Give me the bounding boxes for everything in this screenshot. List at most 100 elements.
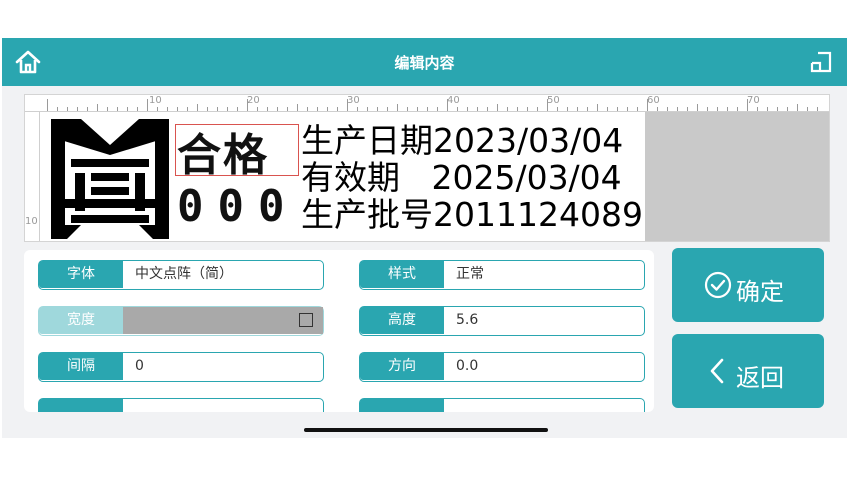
ruler-tick [567,107,568,111]
ruler-tick [417,107,418,111]
hege-text: 合格 [177,130,269,181]
width-label: 宽度 [39,307,123,334]
ruler-tick [577,107,578,111]
zeros-text: 000 [177,181,299,232]
font-field[interactable]: 字体 中文点阵（简） [38,260,324,290]
ruler-tick [357,107,358,111]
ruler-tick [787,107,788,111]
ruler-tick [547,99,548,111]
page-title: 编辑内容 [394,54,455,72]
label-preview-canvas[interactable]: 10 20 30 40 50 60 70 10 合格 000 生产日期2023/… [24,94,830,242]
ruler-tick [497,104,498,111]
font-value[interactable]: 中文点阵（简） [135,261,233,288]
ruler-tick [427,107,428,111]
spacing-field[interactable]: 间隔 0 [38,352,324,382]
ruler-tick [177,107,178,111]
ruler-label: 50 [547,95,560,106]
ruler-tick [677,107,678,111]
ruler-tick [507,107,508,111]
ruler-tick [687,107,688,111]
ruler-tick [307,107,308,111]
unprintable-area [645,112,829,241]
ruler-tick [697,104,698,111]
height-field[interactable]: 高度 5.6 [359,306,645,336]
ruler-tick [187,107,188,111]
editor-screen: 编辑内容 10 20 30 40 50 60 70 10 合格 000 生产日期… [2,38,847,438]
ruler-tick [197,104,198,111]
ruler-tick [227,107,228,111]
ruler-tick [277,107,278,111]
ruler-tick [247,99,248,111]
home-indicator[interactable] [304,428,548,432]
style-field[interactable]: 样式 正常 [359,260,645,290]
ruler-tick [727,107,728,111]
ruler-tick [407,107,408,111]
ruler-tick [717,107,718,111]
ruler-tick [627,107,628,111]
width-field: 宽度 [38,306,324,336]
ruler-tick [537,107,538,111]
top-bar: 编辑内容 [2,38,847,86]
ruler-tick [47,99,48,111]
ruler-label: 30 [347,95,360,106]
ruler-tick [287,107,288,111]
ruler-tick [797,104,798,111]
logo-icon [51,119,169,239]
direction-field[interactable]: 方向 0.0 [359,352,645,382]
ruler-tick [67,107,68,111]
back-button-label: 返回 [736,364,784,392]
ruler-tick [87,107,88,111]
partial-field-label [39,399,123,412]
ruler-label: 40 [447,95,460,106]
ruler-tick [127,107,128,111]
production-date-text: 生产日期2023/03/04 [301,121,624,160]
expiry-date-text: 有效期 2025/03/04 [301,158,622,197]
font-label: 字体 [39,261,123,288]
chevron-left-icon [710,358,724,384]
ruler-tick [557,107,558,111]
ruler-tick [747,99,748,111]
ruler-tick [237,107,238,111]
ruler-label: 20 [247,95,260,106]
ruler-tick [57,107,58,111]
ruler-tick [617,107,618,111]
ruler-tick [657,107,658,111]
ruler-tick [667,107,668,111]
horizontal-ruler: 10 20 30 40 50 60 70 [25,95,829,112]
ruler-tick [807,107,808,111]
ruler-tick [257,107,258,111]
ruler-tick [457,107,458,111]
ruler-tick [637,107,638,111]
ruler-label: 10 [149,95,162,106]
ruler-tick [447,99,448,111]
confirm-button[interactable]: 确定 [672,248,824,322]
ruler-tick [217,107,218,111]
style-label: 样式 [360,261,444,288]
batch-number-text: 生产批号2011124089 [301,195,643,234]
ruler-tick [527,107,528,111]
direction-value[interactable]: 0.0 [456,353,478,380]
height-value[interactable]: 5.6 [456,307,478,334]
ruler-tick [597,104,598,111]
ruler-tick [397,104,398,111]
back-button[interactable]: 返回 [672,334,824,408]
ruler-tick [467,107,468,111]
ruler-tick [707,107,708,111]
ruler-tick [767,107,768,111]
width-checkbox[interactable] [299,313,313,327]
style-value[interactable]: 正常 [456,261,484,288]
spacing-value[interactable]: 0 [135,353,144,380]
partial-field-row[interactable] [38,398,324,412]
exit-icon[interactable] [809,50,833,74]
vertical-ruler-label: 10 [25,216,38,227]
ruler-tick [117,107,118,111]
ruler-tick [327,107,328,111]
confirm-button-label: 确定 [736,278,784,306]
ruler-tick [317,107,318,111]
ruler-tick [207,107,208,111]
ruler-tick [487,107,488,111]
partial-field-row[interactable] [359,398,645,412]
properties-panel: 字体 中文点阵（简） 样式 正常 宽度 高度 5.6 间隔 0 方向 0.0 [24,250,654,412]
ruler-tick [817,107,818,111]
ruler-tick [387,107,388,111]
